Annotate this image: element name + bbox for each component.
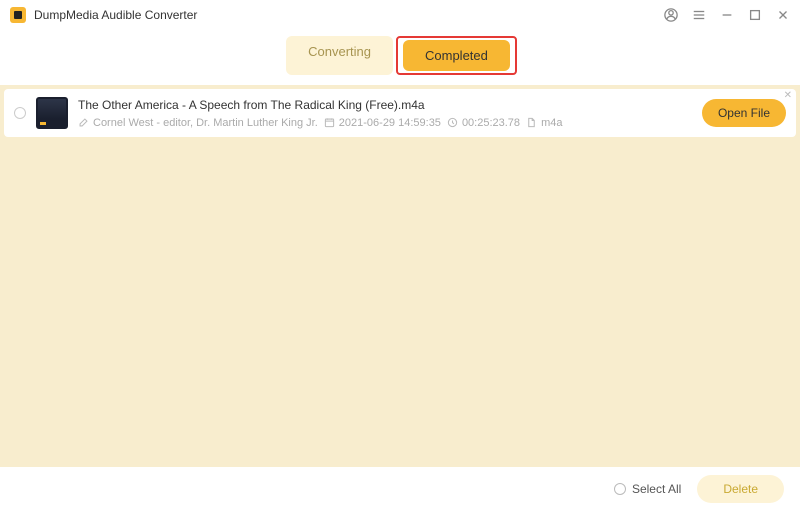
tabs: Converting Completed	[0, 30, 800, 85]
item-title: The Other America - A Speech from The Ra…	[78, 98, 692, 112]
select-all-label: Select All	[632, 482, 681, 496]
list-item: The Other America - A Speech from The Ra…	[4, 89, 796, 137]
account-icon[interactable]	[664, 8, 678, 22]
item-checkbox[interactable]	[14, 107, 26, 119]
close-icon[interactable]	[776, 8, 790, 22]
duration-text: 00:25:23.78	[462, 117, 520, 129]
date-text: 2021-06-29 14:59:35	[339, 117, 441, 129]
delete-button[interactable]: Delete	[697, 475, 784, 503]
app-logo	[10, 7, 26, 23]
meta-author: Cornel West - editor, Dr. Martin Luther …	[78, 117, 318, 129]
minimize-icon[interactable]	[720, 8, 734, 22]
open-file-button[interactable]: Open File	[702, 99, 786, 127]
meta-duration: 00:25:23.78	[447, 117, 520, 129]
footer: Select All Delete	[0, 467, 800, 511]
app-title: DumpMedia Audible Converter	[34, 8, 664, 22]
author-icon	[78, 117, 89, 128]
meta-date: 2021-06-29 14:59:35	[324, 117, 441, 129]
item-thumbnail	[36, 97, 68, 129]
format-text: m4a	[541, 117, 562, 129]
tab-converting[interactable]: Converting	[286, 36, 393, 75]
meta-format: m4a	[526, 117, 562, 129]
item-info: The Other America - A Speech from The Ra…	[78, 98, 692, 129]
tab-completed[interactable]: Completed	[403, 40, 510, 71]
menu-icon[interactable]	[692, 8, 706, 22]
list-area: The Other America - A Speech from The Ra…	[0, 85, 800, 467]
author-text: Cornel West - editor, Dr. Martin Luther …	[93, 117, 318, 129]
window-controls	[664, 8, 790, 22]
clock-icon	[447, 117, 458, 128]
file-icon	[526, 117, 537, 128]
calendar-icon	[324, 117, 335, 128]
tab-highlight: Completed	[396, 36, 517, 75]
item-meta: Cornel West - editor, Dr. Martin Luther …	[78, 117, 692, 129]
titlebar: DumpMedia Audible Converter	[0, 0, 800, 30]
select-all-checkbox[interactable]	[614, 483, 626, 495]
select-all[interactable]: Select All	[614, 482, 681, 496]
maximize-icon[interactable]	[748, 8, 762, 22]
item-close-icon[interactable]: ✕	[784, 91, 792, 101]
